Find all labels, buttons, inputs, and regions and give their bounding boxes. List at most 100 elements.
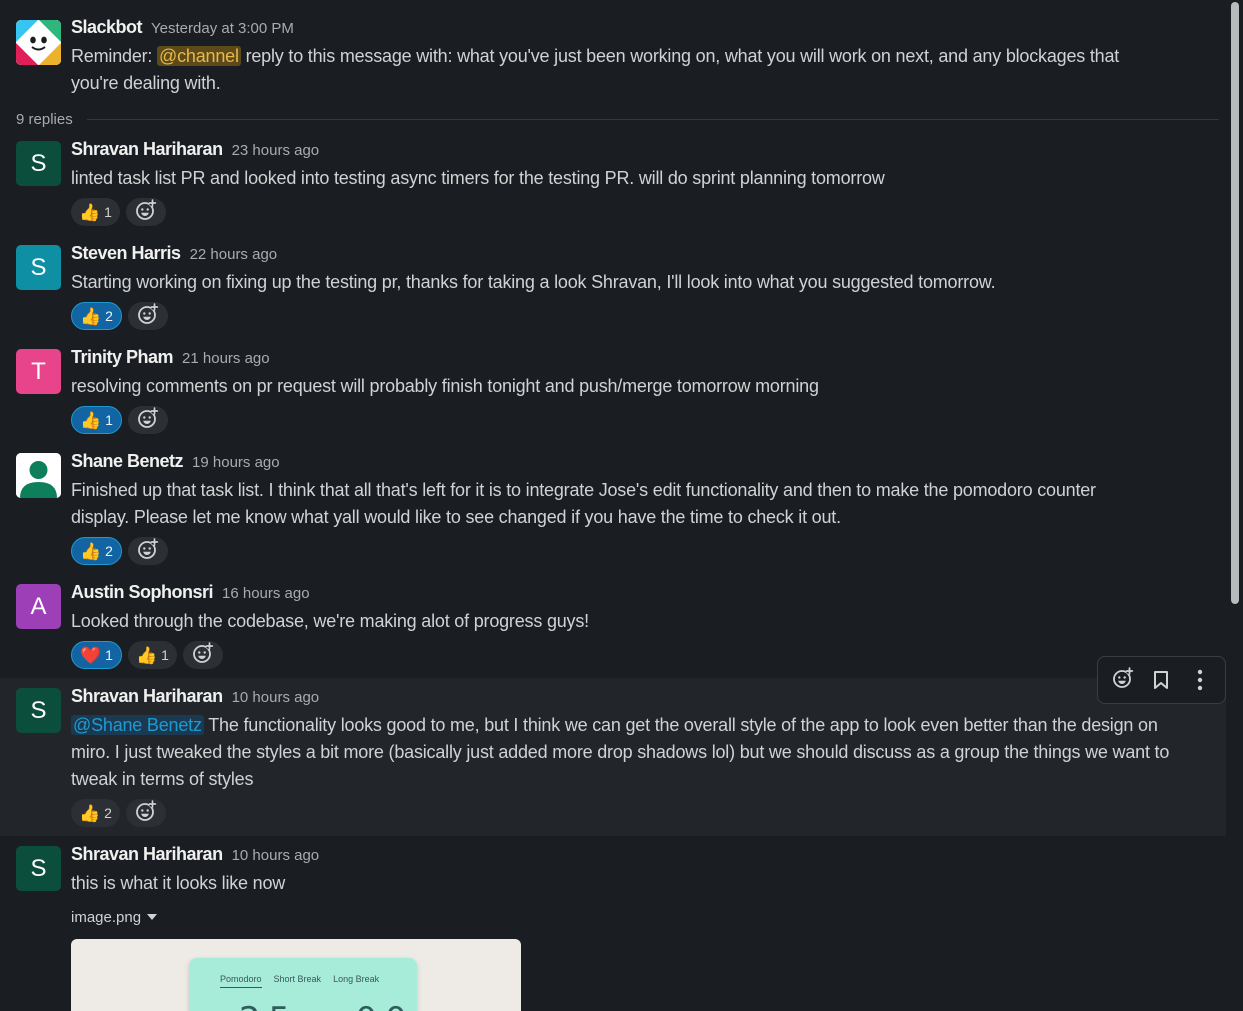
reaction-count: 1 bbox=[105, 412, 113, 428]
author-name[interactable]: Shane Benetz bbox=[71, 451, 184, 472]
reply-message[interactable]: A Austin Sophonsri 16 hours ago Looked t… bbox=[0, 582, 1226, 670]
pomodoro-timer: 25 : 00 bbox=[239, 1000, 415, 1011]
reactions-bar: ❤️ 1 👍 1 bbox=[71, 640, 1210, 670]
add-reaction-button[interactable] bbox=[125, 198, 166, 226]
reaction-thumbsup[interactable]: 👍 1 bbox=[71, 198, 120, 226]
tab-short-break: Short Break bbox=[273, 974, 322, 984]
add-reaction-button[interactable] bbox=[182, 641, 223, 669]
reactions-bar: 👍 2 bbox=[71, 301, 1210, 331]
timestamp[interactable]: Yesterday at 3:00 PM bbox=[151, 20, 294, 37]
reaction-thumbsup[interactable]: 👍 2 bbox=[71, 302, 122, 330]
reaction-count: 1 bbox=[105, 647, 113, 663]
file-name-toggle[interactable]: image.png bbox=[71, 905, 1210, 929]
text-segment: reply to this message with: what you've … bbox=[240, 46, 1120, 66]
avatar-initial: S bbox=[30, 253, 47, 281]
reaction-thumbsup[interactable]: 👍 2 bbox=[71, 537, 122, 565]
author-name[interactable]: Austin Sophonsri bbox=[71, 582, 214, 603]
reply-message[interactable]: S Shravan Hariharan 10 hours ago @Shane … bbox=[0, 678, 1226, 836]
more-actions-button[interactable] bbox=[1183, 663, 1217, 697]
avatar[interactable]: S bbox=[16, 846, 61, 891]
message-text: @Shane Benetz The functionality looks go… bbox=[71, 712, 1210, 793]
add-reaction-button[interactable] bbox=[125, 799, 166, 827]
channel-mention[interactable]: @channel bbox=[157, 46, 241, 66]
pomodoro-tabs: Pomodoro Short Break Long Break bbox=[189, 958, 417, 988]
add-reaction-icon bbox=[135, 198, 157, 226]
timestamp[interactable]: 19 hours ago bbox=[192, 454, 280, 471]
file-name: image.png bbox=[71, 908, 142, 926]
reaction-count: 2 bbox=[105, 543, 113, 559]
author-name[interactable]: Shravan Hariharan bbox=[71, 139, 223, 160]
heart-icon: ❤️ bbox=[80, 645, 102, 665]
image-attachment[interactable]: Pomodoro Short Break Long Break 25 : 00 bbox=[71, 939, 521, 1011]
reply-message[interactable]: S Shravan Hariharan 23 hours ago linted … bbox=[0, 139, 1226, 227]
reactions-bar: 👍 1 bbox=[71, 197, 1210, 227]
slackbot-avatar[interactable] bbox=[16, 20, 61, 65]
reaction-count: 1 bbox=[104, 204, 112, 220]
text-segment: tweak in terms of styles bbox=[71, 769, 254, 789]
tab-pomodoro: Pomodoro bbox=[220, 974, 262, 988]
author-name[interactable]: Shravan Hariharan bbox=[71, 686, 223, 707]
reactions-bar: 👍 2 bbox=[71, 798, 1210, 828]
add-reaction-button[interactable] bbox=[127, 302, 168, 330]
replies-divider: 9 replies bbox=[16, 109, 1219, 129]
thumbs-up-icon: 👍 bbox=[80, 306, 102, 326]
thumbs-up-icon: 👍 bbox=[79, 202, 101, 222]
avatar-initial: S bbox=[30, 696, 47, 724]
thread-view: Slackbot Yesterday at 3:00 PM Reminder: … bbox=[0, 0, 1226, 1011]
reply-message[interactable]: S Shravan Hariharan 10 hours ago this is… bbox=[0, 844, 1226, 1011]
thumbs-up-icon: 👍 bbox=[135, 645, 158, 665]
author-name[interactable]: Slackbot bbox=[71, 17, 143, 38]
save-message-action[interactable] bbox=[1144, 663, 1178, 697]
text-segment: you're dealing with. bbox=[71, 73, 221, 93]
timestamp[interactable]: 21 hours ago bbox=[182, 350, 270, 367]
avatar[interactable]: T bbox=[16, 349, 61, 394]
add-reaction-icon bbox=[137, 302, 159, 330]
scrollbar-thumb[interactable] bbox=[1231, 2, 1239, 604]
reaction-thumbsup[interactable]: 👍 1 bbox=[71, 406, 122, 434]
timestamp[interactable]: 23 hours ago bbox=[232, 142, 320, 159]
add-reaction-action[interactable] bbox=[1106, 663, 1140, 697]
author-name[interactable]: Trinity Pham bbox=[71, 347, 174, 368]
message-text: Finished up that task list. I think that… bbox=[71, 477, 1210, 531]
add-reaction-icon bbox=[192, 641, 214, 669]
timestamp[interactable]: 16 hours ago bbox=[222, 585, 310, 602]
reactions-bar: 👍 2 bbox=[71, 536, 1210, 566]
message-text: Starting working on fixing up the testin… bbox=[71, 272, 996, 292]
parent-message[interactable]: Slackbot Yesterday at 3:00 PM Reminder: … bbox=[0, 17, 1226, 99]
message-text: Reminder: @channel reply to this message… bbox=[71, 43, 1210, 97]
reaction-thumbsup[interactable]: 👍 1 bbox=[127, 641, 177, 669]
text-segment: The functionality looks good to me, but … bbox=[203, 715, 1158, 735]
timestamp[interactable]: 10 hours ago bbox=[232, 847, 320, 864]
author-name[interactable]: Shravan Hariharan bbox=[71, 844, 223, 865]
reply-message[interactable]: S Steven Harris 22 hours ago Starting wo… bbox=[0, 243, 1226, 331]
avatar[interactable]: A bbox=[16, 584, 61, 629]
default-user-icon bbox=[16, 453, 61, 498]
user-mention[interactable]: @Shane Benetz bbox=[71, 715, 204, 735]
timestamp[interactable]: 10 hours ago bbox=[232, 689, 320, 706]
avatar[interactable]: S bbox=[16, 141, 61, 186]
avatar-initial: S bbox=[30, 149, 47, 177]
timestamp[interactable]: 22 hours ago bbox=[190, 246, 278, 263]
reply-message[interactable]: T Trinity Pham 21 hours ago resolving co… bbox=[0, 347, 1226, 435]
text-segment: miro. I just tweaked the styles a bit mo… bbox=[71, 742, 1170, 762]
avatar[interactable]: S bbox=[16, 245, 61, 290]
replies-count: 9 replies bbox=[16, 110, 73, 128]
divider-line bbox=[86, 118, 1219, 120]
pomodoro-card-preview: Pomodoro Short Break Long Break 25 : 00 bbox=[189, 958, 417, 1011]
avatar[interactable] bbox=[16, 453, 61, 498]
text-segment: Reminder: bbox=[71, 46, 158, 66]
author-name[interactable]: Steven Harris bbox=[71, 243, 181, 264]
more-actions-icon bbox=[1197, 669, 1203, 691]
reaction-thumbsup[interactable]: 👍 2 bbox=[71, 799, 120, 827]
thumbs-up-icon: 👍 bbox=[80, 410, 102, 430]
reaction-heart[interactable]: ❤️ 1 bbox=[71, 641, 122, 669]
avatar[interactable]: S bbox=[16, 688, 61, 733]
message-actions-toolbar bbox=[1097, 656, 1226, 704]
caret-down-icon bbox=[147, 914, 158, 920]
bookmark-icon bbox=[1154, 671, 1169, 689]
reply-message[interactable]: Shane Benetz 19 hours ago Finished up th… bbox=[0, 451, 1226, 566]
add-reaction-icon bbox=[137, 537, 159, 565]
reaction-count: 2 bbox=[105, 308, 113, 324]
add-reaction-button[interactable] bbox=[127, 537, 168, 565]
add-reaction-button[interactable] bbox=[127, 406, 168, 434]
